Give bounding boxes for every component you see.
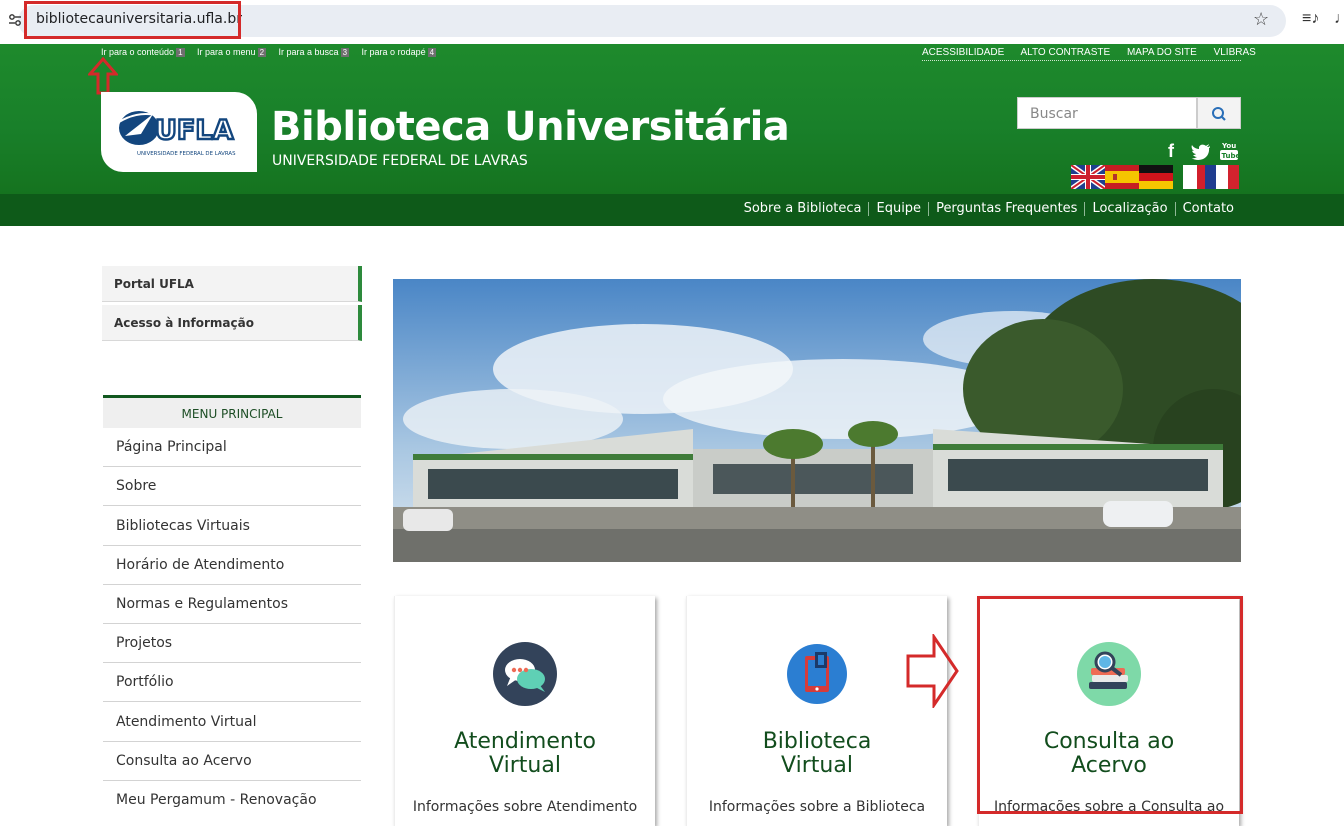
skip-link-content[interactable]: Ir para o conteúdo 1 <box>101 47 185 57</box>
logo-text: UFLA <box>155 115 234 146</box>
youtube-icon[interactable]: You Tube <box>1219 140 1239 162</box>
top-utility-links: ACESSIBILIDADE ALTO CONTRASTE MAPA DO SI… <box>922 47 1256 58</box>
card-description: Informações sobre Atendimento <box>412 799 638 815</box>
search-icon <box>1212 107 1226 121</box>
bookmark-star-icon[interactable]: ☆ <box>1253 9 1269 30</box>
menu-item-pergamum-renewal[interactable]: Meu Pergamum - Renovação <box>103 781 361 820</box>
logo-caption: UNIVERSIDADE FEDERAL DE LAVRAS <box>137 151 236 157</box>
italian-flag[interactable] <box>1183 165 1205 189</box>
main-nav: Sobre a Biblioteca Equipe Perguntas Freque… <box>737 201 1241 216</box>
annotation-highlight-card <box>977 596 1243 814</box>
menu-item-catalog-search[interactable]: Consulta ao Acervo <box>103 742 361 781</box>
site-settings-icon[interactable] <box>8 13 22 27</box>
annotation-highlight-url <box>24 1 241 39</box>
nav-faq[interactable]: Perguntas Frequentes <box>929 201 1084 216</box>
vlibras-link[interactable]: VLIBRAS <box>1214 47 1256 58</box>
main-menu-heading: MENU PRINCIPAL <box>103 395 361 428</box>
site-title[interactable]: Biblioteca Universitária <box>271 104 790 150</box>
search-button[interactable] <box>1197 97 1241 129</box>
spanish-flag[interactable] <box>1105 165 1139 189</box>
search-input[interactable]: Buscar <box>1017 97 1197 129</box>
card-title-line1: Atendimento <box>454 729 596 754</box>
menu-item-home[interactable]: Página Principal <box>103 428 361 467</box>
sidebar-access-information[interactable]: Acesso à Informação <box>102 305 362 341</box>
german-flag[interactable] <box>1139 165 1173 189</box>
menu-item-virtual-libraries[interactable]: Bibliotecas Virtuais <box>103 507 361 546</box>
menu-item-portfolio[interactable]: Portfólio <box>103 663 361 702</box>
tablet-book-icon <box>787 644 847 704</box>
sitemap-link[interactable]: MAPA DO SITE <box>1127 47 1197 58</box>
french-flag[interactable] <box>1205 165 1239 189</box>
media-queue-icon[interactable]: ≡♪ <box>1302 10 1319 28</box>
chat-bubbles-icon <box>493 642 557 706</box>
english-flag[interactable] <box>1071 165 1105 189</box>
nav-contact[interactable]: Contato <box>1176 201 1241 216</box>
skip-link-footer[interactable]: Ir para o rodapé 4 <box>362 47 437 57</box>
svg-text:You: You <box>1221 142 1236 150</box>
card-title-line1: Biblioteca <box>762 729 872 754</box>
high-contrast-link[interactable]: ALTO CONTRASTE <box>1021 47 1111 58</box>
site-subtitle: UNIVERSIDADE FEDERAL DE LAVRAS <box>272 153 528 169</box>
skip-links: Ir para o conteúdo 1 Ir para o menu 2 Ir p… <box>101 47 446 57</box>
card-title-line2: Virtual <box>489 753 561 778</box>
ufla-logo[interactable]: UFLA UNIVERSIDADE FEDERAL DE LAVRAS <box>101 92 257 172</box>
sidebar-portal-ufla[interactable]: Portal UFLA <box>102 266 362 302</box>
card-virtual-library[interactable]: Biblioteca Virtual Informações sobre a B… <box>686 596 947 826</box>
svg-text:Tube: Tube <box>1222 152 1240 160</box>
skip-link-search[interactable]: Ir para a busca 3 <box>279 47 350 57</box>
menu-item-rules[interactable]: Normas e Regulamentos <box>103 585 361 624</box>
annotation-up-arrow <box>88 57 118 95</box>
menu-item-about[interactable]: Sobre <box>103 467 361 506</box>
library-building-photo <box>393 279 1241 562</box>
card-virtual-service[interactable]: Atendimento Virtual Informações sobre At… <box>394 596 655 826</box>
menu-item-projects[interactable]: Projetos <box>103 624 361 663</box>
twitter-icon[interactable] <box>1191 144 1211 160</box>
skip-link-menu[interactable]: Ir para o menu 2 <box>197 47 267 57</box>
accessibility-link[interactable]: ACESSIBILIDADE <box>922 47 1004 58</box>
music-icon[interactable]: ♩ <box>1334 10 1344 28</box>
nav-about-library[interactable]: Sobre a Biblioteca <box>737 201 869 216</box>
menu-item-opening-hours[interactable]: Horário de Atendimento <box>103 546 361 585</box>
card-title-line2: Virtual <box>781 753 853 778</box>
nav-team[interactable]: Equipe <box>869 201 928 216</box>
card-description: Informações sobre a Biblioteca <box>708 799 926 815</box>
utility-links-divider <box>922 60 1241 61</box>
annotation-right-arrow <box>906 634 959 708</box>
nav-location[interactable]: Localização <box>1085 201 1174 216</box>
menu-item-virtual-service[interactable]: Atendimento Virtual <box>103 703 361 742</box>
facebook-icon[interactable]: f <box>1168 141 1174 162</box>
